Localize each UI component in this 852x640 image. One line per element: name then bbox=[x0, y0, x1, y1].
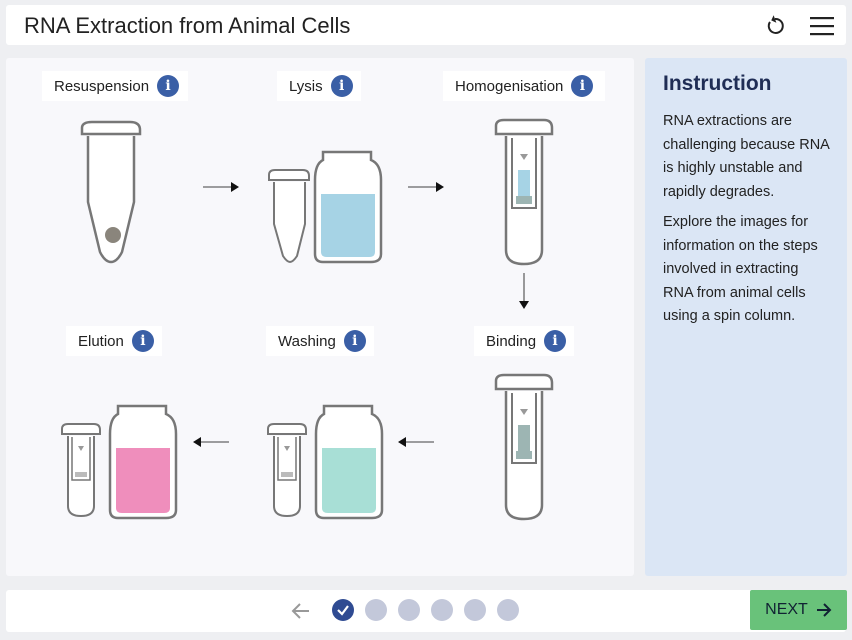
step-name: Elution bbox=[78, 332, 124, 350]
step-label-homogenisation: Homogenisation i bbox=[443, 71, 605, 101]
wash-buffer bbox=[322, 448, 376, 513]
arrow-right-icon bbox=[203, 182, 239, 192]
arrow-right-icon bbox=[408, 182, 444, 192]
progress-dot[interactable] bbox=[497, 599, 519, 621]
step-label-elution: Elution i bbox=[66, 326, 162, 356]
reset-icon bbox=[767, 15, 784, 34]
bound-rna bbox=[518, 425, 530, 451]
progress-dot[interactable] bbox=[431, 599, 453, 621]
resuspension-tube-image[interactable] bbox=[78, 120, 148, 265]
back-button[interactable] bbox=[290, 600, 312, 622]
step-label-binding: Binding i bbox=[474, 326, 574, 356]
instruction-panel: Instruction RNA extractions are challeng… bbox=[645, 58, 847, 576]
footer-bar bbox=[6, 590, 846, 632]
elution-image[interactable] bbox=[58, 404, 178, 522]
lysis-buffer bbox=[321, 194, 375, 257]
arrow-left-icon bbox=[193, 437, 229, 447]
progress-dot-completed[interactable] bbox=[332, 599, 354, 621]
header-bar: RNA Extraction from Animal Cells bbox=[6, 5, 846, 45]
info-icon[interactable]: i bbox=[330, 75, 353, 97]
step-name: Washing bbox=[278, 332, 336, 350]
step-name: Resuspension bbox=[54, 77, 150, 95]
progress-dot[interactable] bbox=[398, 599, 420, 621]
arrow-down-icon bbox=[519, 273, 529, 309]
washing-image[interactable] bbox=[264, 404, 384, 522]
progress-dot[interactable] bbox=[365, 599, 387, 621]
progress-dots bbox=[332, 599, 519, 621]
step-name: Lysis bbox=[289, 77, 323, 95]
homogenisation-column-image[interactable] bbox=[492, 118, 556, 268]
step-name: Homogenisation bbox=[455, 77, 564, 95]
step-label-washing: Washing i bbox=[266, 326, 374, 356]
checkmark-icon bbox=[337, 605, 349, 616]
procedure-stage: Resuspension i Lysis i Homogenisation i bbox=[6, 58, 634, 576]
step-name: Binding bbox=[486, 332, 537, 350]
lysis-image[interactable] bbox=[265, 150, 385, 265]
info-icon[interactable]: i bbox=[131, 330, 154, 352]
column-filter bbox=[516, 451, 532, 459]
homogenate bbox=[518, 170, 530, 196]
instruction-heading: Instruction bbox=[663, 72, 772, 95]
elution-buffer bbox=[116, 448, 170, 513]
reset-button[interactable] bbox=[762, 13, 788, 39]
page-title: RNA Extraction from Animal Cells bbox=[24, 13, 351, 38]
instruction-paragraph: Explore the images for information on th… bbox=[663, 214, 818, 324]
cell-pellet bbox=[105, 227, 121, 243]
arrow-right-icon bbox=[816, 603, 832, 617]
hamburger-menu-icon bbox=[810, 17, 834, 36]
next-button[interactable]: NEXT bbox=[750, 590, 847, 630]
arrow-left-icon bbox=[291, 603, 309, 619]
next-label: NEXT bbox=[765, 601, 808, 618]
progress-dot[interactable] bbox=[464, 599, 486, 621]
step-label-lysis: Lysis i bbox=[277, 71, 361, 101]
info-icon[interactable]: i bbox=[343, 330, 366, 352]
instruction-paragraph: RNA extractions are challenging because … bbox=[663, 113, 830, 200]
info-icon[interactable]: i bbox=[571, 75, 594, 97]
column-filter bbox=[516, 196, 532, 204]
binding-column-image[interactable] bbox=[492, 373, 556, 523]
menu-button[interactable] bbox=[809, 13, 835, 39]
step-label-resuspension: Resuspension i bbox=[42, 71, 188, 101]
arrow-left-icon bbox=[398, 437, 434, 447]
info-icon[interactable]: i bbox=[157, 75, 180, 97]
info-icon[interactable]: i bbox=[544, 330, 567, 352]
